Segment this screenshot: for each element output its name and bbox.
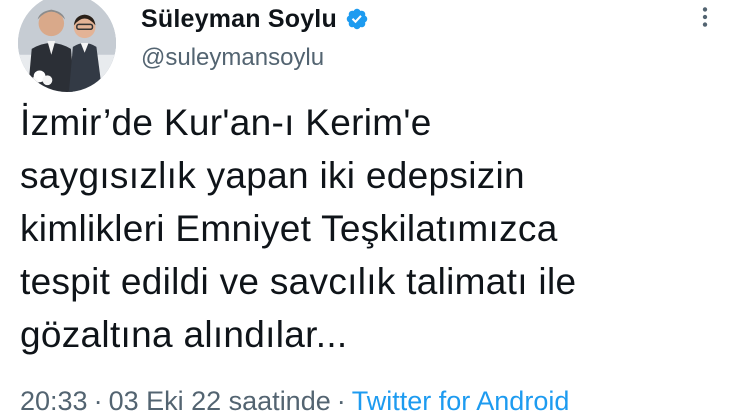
verified-badge-icon — [345, 7, 369, 31]
tweet-time[interactable]: 20:33 — [20, 386, 88, 416]
avatar-photo-icon — [18, 0, 116, 92]
avatar[interactable] — [18, 0, 116, 92]
tweet-source-link[interactable]: Twitter for Android — [352, 386, 570, 416]
tweet-metadata: 20:33 · 03 Eki 22 saatinde · Twitter for And… — [20, 386, 569, 417]
tweet-text: İzmir’de Kur'an-ı Kerim'e saygısızlık ya… — [20, 102, 577, 355]
author-name-row: Süleyman Soylu — [141, 2, 369, 36]
tweet-card: Süleyman Soylu @suleymansoylu İzmir’de K… — [0, 0, 740, 417]
meta-separator: · — [336, 386, 346, 416]
more-options-button[interactable] — [690, 4, 720, 34]
author-display-name[interactable]: Süleyman Soylu — [141, 5, 337, 34]
more-options-icon — [692, 4, 718, 35]
author-handle[interactable]: @suleymansoylu — [141, 44, 324, 72]
meta-separator: · — [93, 386, 103, 416]
tweet-date[interactable]: 03 Eki 22 saatinde — [109, 386, 331, 416]
